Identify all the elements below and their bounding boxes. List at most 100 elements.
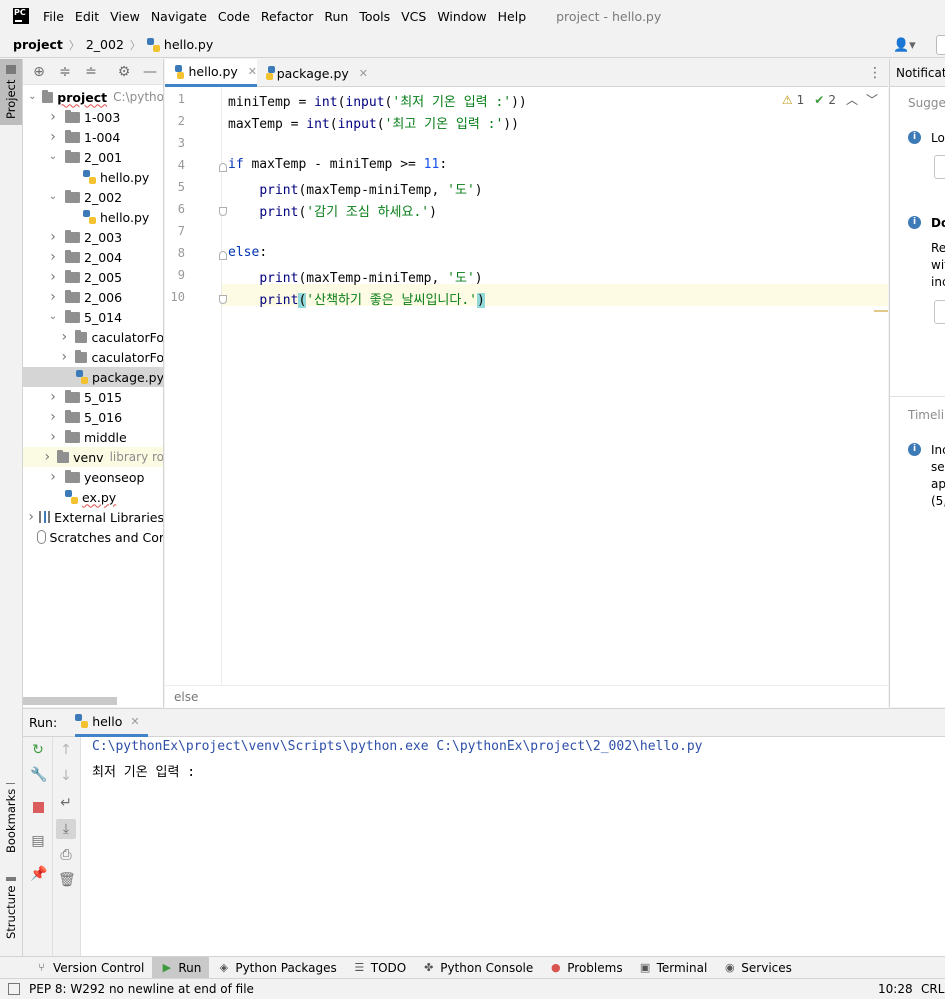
chevron-right-icon[interactable]: › xyxy=(47,130,59,144)
inspection-widget[interactable]: ⚠ 1 ✔ 2 ︿ ﹀ xyxy=(782,91,878,108)
chevron-down-icon[interactable]: ⌄ xyxy=(47,311,59,323)
chevron-right-icon[interactable]: › xyxy=(47,290,59,304)
menu-help[interactable]: Help xyxy=(498,9,527,24)
code-line[interactable]: maxTemp = int(input('최고 기온 입력 :')) xyxy=(228,113,519,132)
fold-marker-icon[interactable] xyxy=(219,251,227,260)
chevron-right-icon[interactable]: › xyxy=(47,250,59,264)
tree-item[interactable]: › caculatorFo xyxy=(23,347,163,367)
tree-item[interactable]: › middle xyxy=(23,427,163,447)
trash-icon[interactable]: 🗑 xyxy=(58,872,76,888)
chevron-down-icon[interactable]: ﹀ xyxy=(866,91,878,108)
chevron-down-icon[interactable]: ⌄ xyxy=(28,91,37,103)
chevron-right-icon[interactable]: › xyxy=(27,510,35,524)
close-tab-icon[interactable]: ✕ xyxy=(248,65,257,78)
arrow-up-icon[interactable]: ↑ xyxy=(58,742,74,758)
menu-code[interactable]: Code xyxy=(218,9,250,24)
tree-item[interactable]: ⌄ 5_014 xyxy=(23,307,163,327)
line-number[interactable]: 2 xyxy=(165,114,185,128)
line-number[interactable]: 9 xyxy=(165,268,185,282)
menu-navigate[interactable]: Navigate xyxy=(151,9,207,24)
tool-button-problems[interactable]: ● Problems xyxy=(541,957,630,979)
soft-wrap-icon[interactable]: ↵ xyxy=(58,795,74,811)
chevron-up-icon[interactable]: ︿ xyxy=(846,91,858,108)
tree-item[interactable]: package.py xyxy=(23,367,163,387)
print-icon[interactable]: ⎙ xyxy=(58,847,74,863)
chevron-right-icon[interactable]: › xyxy=(47,410,59,424)
tool-button-python-console[interactable]: ✤ Python Console xyxy=(414,957,541,979)
chevron-right-icon[interactable]: › xyxy=(42,450,52,464)
tab-hello-py[interactable]: hello.py ✕ xyxy=(165,59,257,87)
tree-item[interactable]: › yeonseop xyxy=(23,467,163,487)
line-number[interactable]: 3 xyxy=(165,136,185,150)
line-number[interactable]: 8 xyxy=(165,246,185,260)
code-line[interactable]: print('감기 조심 하세요.') xyxy=(228,201,437,220)
tool-tab-bookmarks[interactable]: Bookmarks xyxy=(0,783,22,853)
hide-panel-icon[interactable]: — xyxy=(142,64,158,80)
layout-icon[interactable]: ▤ xyxy=(30,833,46,849)
locate-file-icon[interactable]: ⊕ xyxy=(31,64,47,80)
edit-config-wrench-icon[interactable]: 🔧 xyxy=(30,767,47,783)
menu-view[interactable]: View xyxy=(110,9,140,24)
tool-button-python-packages[interactable]: ◈ Python Packages xyxy=(209,957,344,979)
tree-item[interactable]: ⌄ project C:\pytho xyxy=(23,87,163,107)
tree-item[interactable]: Scratches and Cor xyxy=(23,527,163,547)
chevron-right-icon[interactable]: › xyxy=(47,390,59,404)
tool-button-run[interactable]: ▶ Run xyxy=(152,956,210,979)
tool-button-version-control[interactable]: ⑂ Version Control xyxy=(27,957,152,979)
line-number[interactable]: 5 xyxy=(165,180,185,194)
tool-button-terminal[interactable]: ▣ Terminal xyxy=(631,957,716,979)
tree-item[interactable]: › venv library ro xyxy=(23,447,163,467)
tool-button-todo[interactable]: ☰ TODO xyxy=(345,957,414,979)
tree-item[interactable]: › 5_016 xyxy=(23,407,163,427)
chevron-right-icon[interactable]: › xyxy=(47,470,59,484)
run-console[interactable]: C:\pythonEx\project\venv\Scripts\python.… xyxy=(81,737,945,956)
notification-action-button[interactable] xyxy=(934,300,945,324)
toggle-tool-windows-icon[interactable] xyxy=(8,983,20,995)
scrollbar-marker[interactable] xyxy=(874,310,888,312)
tree-item[interactable]: › External Libraries xyxy=(23,507,163,527)
tab-package-py[interactable]: package.py ✕ xyxy=(258,59,368,87)
menu-file[interactable]: File xyxy=(43,9,64,24)
tree-item[interactable]: ⌄ 2_001 xyxy=(23,147,163,167)
code-line[interactable]: miniTemp = int(input('최저 기온 입력 :')) xyxy=(228,91,527,110)
tool-button-services[interactable]: ◉ Services xyxy=(715,957,800,979)
chevron-right-icon[interactable]: › xyxy=(47,430,59,444)
tree-item[interactable]: › caculatorFo xyxy=(23,327,163,347)
line-number[interactable]: 7 xyxy=(165,224,185,238)
run-tab-hello[interactable]: hello ✕ xyxy=(75,709,148,737)
line-separator[interactable]: CRLF xyxy=(921,982,945,996)
tree-item[interactable]: hello.py xyxy=(23,207,163,227)
breadcrumb-file[interactable]: hello.py xyxy=(164,37,213,52)
notification-action-button[interactable] xyxy=(934,155,945,179)
tree-item[interactable]: › 2_006 xyxy=(23,287,163,307)
chevron-right-icon[interactable]: › xyxy=(59,350,69,364)
chevron-down-icon[interactable]: ⌄ xyxy=(47,151,59,163)
tool-tab-project[interactable]: Project xyxy=(0,59,22,125)
tree-item[interactable]: › 1-004 xyxy=(23,127,163,147)
collapse-all-icon[interactable]: ≐ xyxy=(83,64,99,80)
breadcrumb-folder[interactable]: 2_002 xyxy=(86,37,124,52)
code-editor[interactable]: 1 2 3 4 5 6 7 8 9 10 miniTemp = int(input('최저 기온 … xyxy=(165,87,888,685)
arrow-down-icon[interactable]: ↓ xyxy=(58,768,74,784)
expand-all-icon[interactable]: ≑ xyxy=(57,64,73,80)
code-line[interactable]: else: xyxy=(228,245,267,260)
code-line[interactable]: print(maxTemp-miniTemp, '도') xyxy=(228,179,482,198)
chevron-right-icon[interactable]: › xyxy=(47,110,59,124)
rerun-icon[interactable]: ↻ xyxy=(30,742,46,758)
menu-window[interactable]: Window xyxy=(437,9,486,24)
fold-marker-icon[interactable] xyxy=(219,163,227,172)
stop-icon[interactable] xyxy=(30,801,46,817)
breadcrumb-project[interactable]: project xyxy=(13,37,63,52)
menu-edit[interactable]: Edit xyxy=(75,9,99,24)
fold-marker-icon[interactable] xyxy=(219,295,227,304)
chevron-right-icon[interactable]: › xyxy=(47,270,59,284)
tree-item[interactable]: › 1-003 xyxy=(23,107,163,127)
code-line[interactable]: print('산책하기 좋은 날씨입니다.') xyxy=(228,289,485,308)
code-line[interactable]: if maxTemp - miniTemp >= 11: xyxy=(228,157,447,172)
scroll-to-end-icon[interactable]: ⤓ xyxy=(56,819,76,839)
tree-item[interactable]: › 2_004 xyxy=(23,247,163,267)
tree-item[interactable]: › 5_015 xyxy=(23,387,163,407)
menu-run[interactable]: Run xyxy=(324,9,348,24)
tool-tab-structure[interactable]: Structure xyxy=(0,876,22,939)
code-line[interactable]: print(maxTemp-miniTemp, '도') xyxy=(228,267,482,286)
